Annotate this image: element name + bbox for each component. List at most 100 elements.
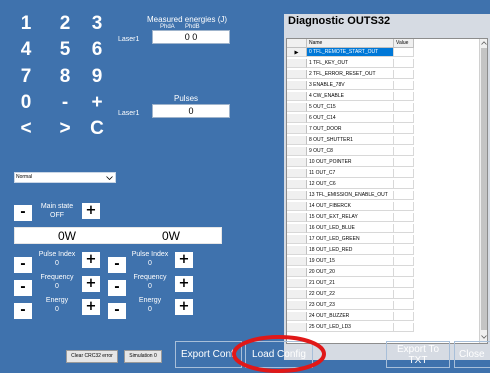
- table-row[interactable]: 16 OUT_LED_BLUE: [287, 224, 487, 233]
- row-name-cell[interactable]: 17 OUT_LED_GREEN: [307, 235, 394, 244]
- table-row[interactable]: 25 OUT_LED_LD3: [287, 323, 487, 332]
- row-name-cell[interactable]: 22 OUT_22: [307, 290, 394, 299]
- clear-crc32-error-button[interactable]: Clear CRC32 error: [66, 350, 118, 363]
- row-header[interactable]: [287, 147, 307, 156]
- pulse-index-right-minus-button[interactable]: -: [108, 257, 126, 273]
- row-value-cell[interactable]: [394, 301, 414, 310]
- row-name-cell[interactable]: 25 OUT_LED_LD3: [307, 323, 394, 332]
- row-name-cell[interactable]: 5 OUT_C15: [307, 103, 394, 112]
- row-value-cell[interactable]: [394, 103, 414, 112]
- row-header[interactable]: [287, 92, 307, 101]
- keypad-key-left[interactable]: <: [12, 118, 40, 140]
- row-value-cell[interactable]: [394, 70, 414, 79]
- table-row[interactable]: 13 TFL_EMISSION_ENABLE_OUT: [287, 191, 487, 200]
- row-value-cell[interactable]: [394, 202, 414, 211]
- frequency-right-minus-button[interactable]: -: [108, 280, 126, 296]
- row-header[interactable]: [287, 169, 307, 178]
- keypad-key-minus[interactable]: -: [51, 92, 79, 114]
- row-header[interactable]: [287, 158, 307, 167]
- table-row[interactable]: 19 OUT_15: [287, 257, 487, 266]
- energy-left-plus-button[interactable]: +: [82, 299, 100, 315]
- row-value-cell[interactable]: [394, 191, 414, 200]
- row-value-cell[interactable]: [394, 158, 414, 167]
- row-name-cell[interactable]: 16 OUT_LED_BLUE: [307, 224, 394, 233]
- diagnostic-grid[interactable]: Name Value 0 TFL_REMOTE_START_OUT 1 TFL_K…: [286, 38, 488, 344]
- row-value-cell[interactable]: [394, 257, 414, 266]
- row-header[interactable]: [287, 312, 307, 321]
- close-button[interactable]: Close: [454, 341, 490, 368]
- grid-header-value[interactable]: Value: [394, 39, 414, 48]
- keypad-key-6[interactable]: 6: [83, 39, 111, 61]
- table-row[interactable]: 9 OUT_C8: [287, 147, 487, 156]
- keypad-key-1[interactable]: 1: [12, 13, 40, 35]
- row-header[interactable]: [287, 224, 307, 233]
- row-name-cell[interactable]: 12 OUT_C6: [307, 180, 394, 189]
- row-value-cell[interactable]: [394, 268, 414, 277]
- pulse-index-left-minus-button[interactable]: -: [14, 257, 32, 273]
- row-name-cell[interactable]: 13 TFL_EMISSION_ENABLE_OUT: [307, 191, 394, 200]
- row-header[interactable]: [287, 125, 307, 134]
- main-state-minus-button[interactable]: -: [14, 205, 32, 221]
- table-row[interactable]: 10 OUT_POINTER: [287, 158, 487, 167]
- table-row[interactable]: 22 OUT_22: [287, 290, 487, 299]
- row-header[interactable]: [287, 70, 307, 79]
- row-header[interactable]: [287, 290, 307, 299]
- table-row[interactable]: 11 OUT_C7: [287, 169, 487, 178]
- row-name-cell[interactable]: 2 TFL_ERROR_RESET_OUT: [307, 70, 394, 79]
- row-header[interactable]: [287, 301, 307, 310]
- pulse-index-right-plus-button[interactable]: +: [175, 252, 193, 268]
- row-header[interactable]: [287, 81, 307, 90]
- row-header[interactable]: [287, 48, 307, 57]
- row-value-cell[interactable]: [394, 147, 414, 156]
- row-name-cell[interactable]: 4 CW_ENABLE: [307, 92, 394, 101]
- table-row[interactable]: 7 OUT_DOOR: [287, 125, 487, 134]
- table-row[interactable]: 8 OUT_SHUTTER1: [287, 136, 487, 145]
- export-to-txt-button[interactable]: Export To TXT: [386, 341, 450, 368]
- row-name-cell[interactable]: 18 OUT_LED_RED: [307, 246, 394, 255]
- row-value-cell[interactable]: [394, 114, 414, 123]
- simulation-button[interactable]: Simulation 0: [124, 350, 162, 363]
- table-row[interactable]: 3 ENABLE_78V: [287, 81, 487, 90]
- table-row[interactable]: 17 OUT_LED_GREEN: [287, 235, 487, 244]
- row-value-cell[interactable]: [394, 59, 414, 68]
- row-name-cell[interactable]: 24 OUT_BUZZER: [307, 312, 394, 321]
- energy-right-minus-button[interactable]: -: [108, 303, 126, 319]
- keypad-key-right[interactable]: >: [51, 118, 79, 140]
- keypad-key-8[interactable]: 8: [51, 66, 79, 88]
- row-value-cell[interactable]: [394, 125, 414, 134]
- frequency-left-minus-button[interactable]: -: [14, 280, 32, 296]
- row-name-cell[interactable]: 11 OUT_C7: [307, 169, 394, 178]
- keypad-key-9[interactable]: 9: [83, 66, 111, 88]
- row-value-cell[interactable]: [394, 81, 414, 90]
- row-name-cell[interactable]: 10 OUT_POINTER: [307, 158, 394, 167]
- grid-header-name[interactable]: Name: [307, 39, 394, 48]
- row-value-cell[interactable]: [394, 48, 414, 57]
- row-value-cell[interactable]: [394, 224, 414, 233]
- row-value-cell[interactable]: [394, 180, 414, 189]
- mode-select[interactable]: Normal: [14, 172, 116, 183]
- pulse-index-left-plus-button[interactable]: +: [82, 252, 100, 268]
- table-row[interactable]: 14 OUT_FIBERCK: [287, 202, 487, 211]
- row-name-cell[interactable]: 7 OUT_DOOR: [307, 125, 394, 134]
- row-name-cell[interactable]: 20 OUT_20: [307, 268, 394, 277]
- main-state-plus-button[interactable]: +: [82, 203, 100, 219]
- row-header[interactable]: [287, 268, 307, 277]
- row-value-cell[interactable]: [394, 213, 414, 222]
- row-value-cell[interactable]: [394, 136, 414, 145]
- row-header[interactable]: [287, 246, 307, 255]
- row-name-cell[interactable]: 14 OUT_FIBERCK: [307, 202, 394, 211]
- table-row[interactable]: 15 OUT_EXT_RELAY: [287, 213, 487, 222]
- table-row[interactable]: 24 OUT_BUZZER: [287, 312, 487, 321]
- row-name-cell[interactable]: 9 OUT_C8: [307, 147, 394, 156]
- table-row[interactable]: 18 OUT_LED_RED: [287, 246, 487, 255]
- row-value-cell[interactable]: [394, 312, 414, 321]
- row-header[interactable]: [287, 279, 307, 288]
- row-header[interactable]: [287, 323, 307, 332]
- grid-scrollbar[interactable]: [479, 39, 487, 343]
- row-name-cell[interactable]: 15 OUT_EXT_RELAY: [307, 213, 394, 222]
- table-row[interactable]: 0 TFL_REMOTE_START_OUT: [287, 48, 487, 57]
- row-header[interactable]: [287, 235, 307, 244]
- row-header[interactable]: [287, 114, 307, 123]
- energy-right-plus-button[interactable]: +: [175, 299, 193, 315]
- table-row[interactable]: 4 CW_ENABLE: [287, 92, 487, 101]
